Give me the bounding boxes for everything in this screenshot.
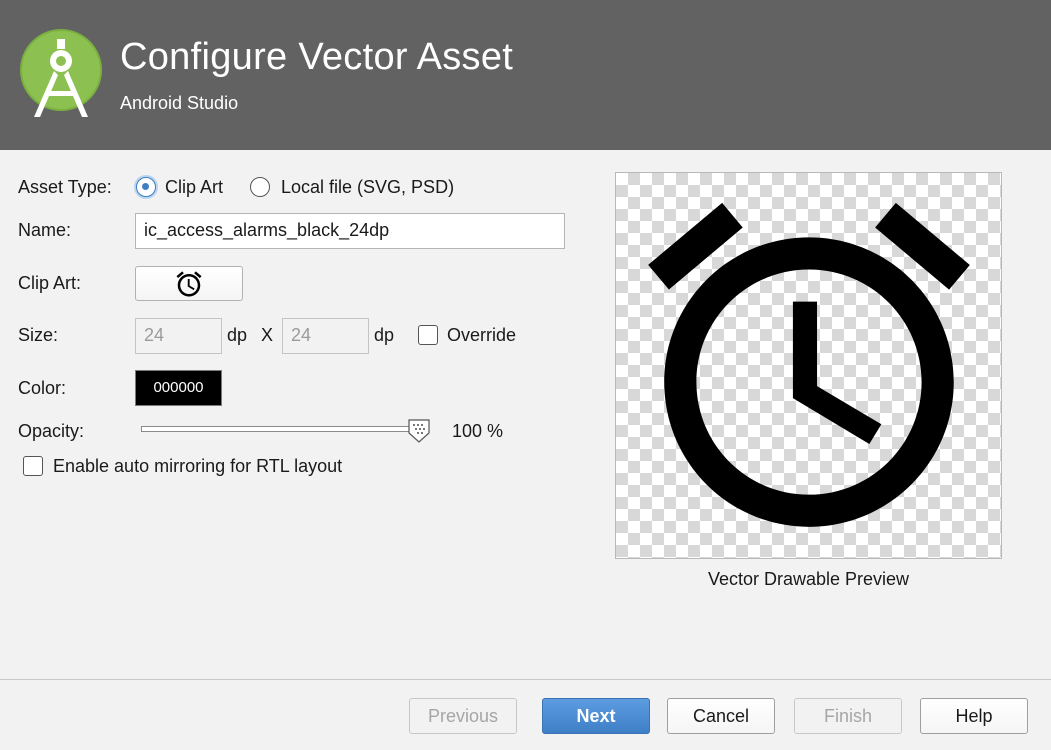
android-studio-logo-icon xyxy=(20,29,102,117)
opacity-label: Opacity: xyxy=(18,421,85,441)
dialog-subtitle: Android Studio xyxy=(120,93,239,113)
footer-separator xyxy=(0,679,1051,680)
override-label[interactable]: Override xyxy=(447,325,516,346)
clip-art-radio-label[interactable]: Clip Art xyxy=(165,177,223,198)
help-button[interactable]: Help xyxy=(920,698,1028,734)
cancel-button[interactable]: Cancel xyxy=(667,698,775,734)
width-unit-label: dp xyxy=(227,325,248,345)
local-file-radio-label[interactable]: Local file (SVG, PSD) xyxy=(281,177,454,198)
clip-art-button[interactable] xyxy=(135,266,243,301)
auto-mirror-label[interactable]: Enable auto mirroring for RTL layout xyxy=(53,456,342,477)
opacity-slider-track[interactable] xyxy=(141,426,427,432)
name-input[interactable]: ic_access_alarms_black_24dp xyxy=(135,213,565,249)
opacity-slider-thumb[interactable] xyxy=(408,419,430,443)
auto-mirror-checkbox[interactable] xyxy=(23,456,43,476)
color-swatch-button[interactable]: 000000 xyxy=(135,370,222,406)
opacity-value: 100 % xyxy=(452,421,504,441)
alarm-clock-icon xyxy=(176,271,202,297)
preview-label: Vector Drawable Preview xyxy=(707,569,910,589)
dialog-header: Configure Vector Asset Android Studio xyxy=(0,0,1051,150)
height-unit-label: dp xyxy=(374,325,395,345)
width-input[interactable]: 24 xyxy=(135,318,222,354)
finish-button[interactable]: Finish xyxy=(794,698,902,734)
override-checkbox[interactable] xyxy=(418,325,438,345)
alarm-clock-icon xyxy=(648,202,970,527)
previous-button[interactable]: Previous xyxy=(409,698,517,734)
color-label: Color: xyxy=(18,378,67,398)
clip-art-radio[interactable] xyxy=(136,177,156,197)
local-file-radio[interactable] xyxy=(250,177,270,197)
name-label: Name: xyxy=(18,220,72,240)
next-button[interactable]: Next xyxy=(542,698,650,734)
asset-type-label: Asset Type: xyxy=(18,177,112,197)
size-label: Size: xyxy=(18,325,59,345)
vector-drawable-preview xyxy=(615,172,1002,559)
clip-art-label: Clip Art: xyxy=(18,273,82,293)
size-separator-label: X xyxy=(261,325,274,345)
dialog-title: Configure Vector Asset xyxy=(120,36,514,78)
height-input[interactable]: 24 xyxy=(282,318,369,354)
